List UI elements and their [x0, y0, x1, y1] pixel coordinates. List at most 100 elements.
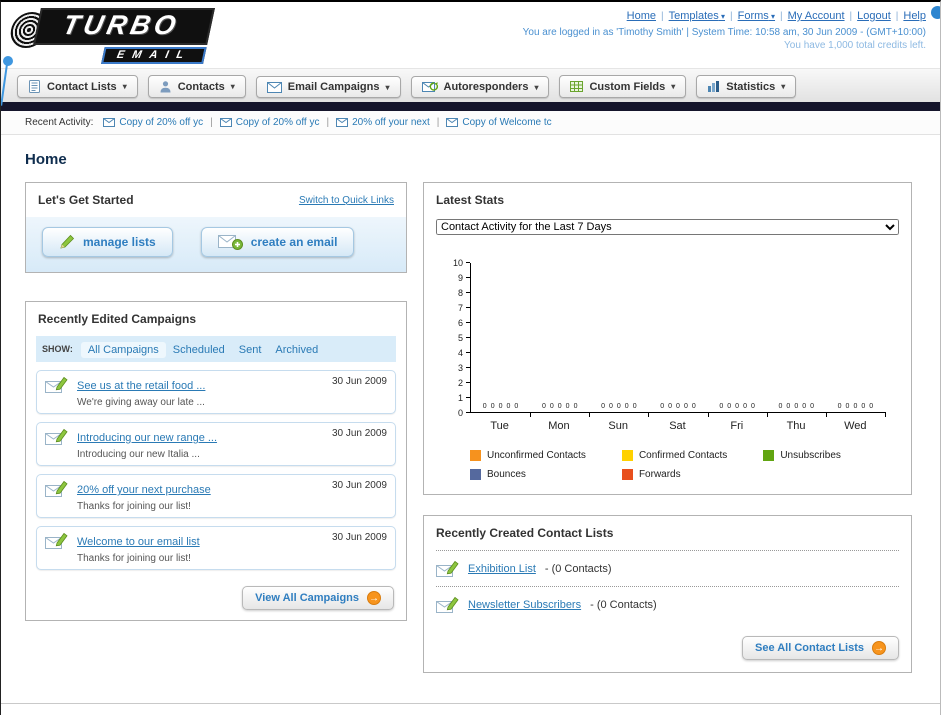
contact-list-item[interactable]: Exhibition List - (0 Contacts): [424, 551, 911, 586]
value-label: 0: [601, 403, 605, 410]
stats-range-select[interactable]: Contact Activity for the Last 7 Days: [436, 219, 899, 235]
x-tick-label: Fri: [730, 420, 744, 432]
filter-all-campaigns[interactable]: All Campaigns: [80, 342, 166, 358]
campaign-title-link[interactable]: Introducing our new range ...: [77, 432, 217, 444]
manage-lists-button[interactable]: manage lists: [42, 227, 173, 257]
recent-activity-item[interactable]: Copy of 20% off yc: [103, 117, 203, 128]
get-started-header: Let's Get Started Switch to Quick Links: [26, 183, 406, 217]
email-campaigns-icon: [266, 81, 282, 93]
pencil-icon: [59, 234, 75, 250]
value-label: 0: [750, 403, 755, 410]
chevron-down-icon: ▾: [781, 82, 786, 91]
recent-activity-item[interactable]: 20% off your next: [336, 117, 430, 128]
value-labels: 00000: [471, 403, 530, 410]
envelope-icon: [336, 118, 349, 127]
chart-column: 00000: [767, 263, 827, 417]
contact-list-name-link[interactable]: Newsletter Subscribers: [468, 599, 581, 611]
value-label: 0: [837, 403, 842, 410]
campaign-date: 30 Jun 2009: [331, 376, 387, 387]
value-label: 0: [541, 403, 546, 410]
y-axis-tick: [466, 277, 470, 278]
arrow-circle-icon: →: [872, 641, 886, 655]
latest-stats-header: Latest Stats: [424, 183, 911, 217]
create-email-label: create an email: [250, 235, 338, 249]
contact-lists-footer: See All Contact Lists →: [424, 622, 911, 672]
nav-link-help[interactable]: Help: [903, 10, 926, 22]
chevron-down-icon: ▾: [768, 12, 776, 21]
contact-list-detail: - (0 Contacts): [590, 598, 657, 611]
value-label: 0: [506, 403, 511, 410]
campaign-title-link[interactable]: See us at the retail food ...: [77, 380, 205, 392]
tab-autoresponders[interactable]: Autoresponders ▾: [410, 76, 550, 98]
view-all-campaigns-button[interactable]: View All Campaigns →: [242, 586, 394, 610]
y-axis-tick: [466, 382, 470, 383]
campaign-title-link[interactable]: 20% off your next purchase: [77, 484, 211, 496]
nav-separator: |: [661, 11, 664, 22]
value-label: 0: [869, 403, 874, 410]
tab-contact-lists[interactable]: Contact Lists ▾: [17, 75, 138, 98]
y-axis-label: 2: [457, 378, 463, 388]
campaign-item[interactable]: Welcome to our email list Thanks for join…: [36, 526, 396, 570]
campaign-title-link[interactable]: Welcome to our email list: [77, 536, 200, 548]
campaigns-header: Recently Edited Campaigns: [26, 302, 406, 336]
recent-activity-item-label: 20% off your next: [352, 117, 430, 128]
app-logo: TURBO EMAIL: [7, 8, 285, 68]
nav-link-my-account[interactable]: My Account: [788, 10, 845, 22]
switch-quick-links-link[interactable]: Switch to Quick Links: [299, 195, 394, 206]
tab-email-campaigns[interactable]: Email Campaigns ▾: [255, 76, 401, 98]
nav-link-forms[interactable]: Forms ▾: [738, 10, 775, 22]
contact-list-name-link[interactable]: Exhibition List: [468, 563, 536, 575]
campaign-item[interactable]: 20% off your next purchase Thanks for joi…: [36, 474, 396, 518]
envelope-pencil-icon: [45, 480, 68, 497]
tab-statistics[interactable]: Statistics ▾: [696, 75, 797, 98]
x-tick-label: Sat: [669, 420, 686, 432]
y-axis-tick: [466, 322, 470, 323]
recent-activity-item[interactable]: Copy of Welcome tc: [446, 117, 552, 128]
nav-separator: |: [895, 11, 899, 22]
chevron-down-icon: ▾: [122, 82, 127, 91]
chart-x-labels: Tue Mon Sun Sat Fri Thu Wed: [470, 413, 885, 432]
footer-divider: [1, 703, 940, 715]
see-all-contact-lists-button[interactable]: See All Contact Lists →: [741, 636, 899, 660]
recent-activity-item[interactable]: Copy of 20% off yc: [219, 117, 320, 128]
filter-archived[interactable]: Archived: [268, 342, 325, 358]
campaign-item[interactable]: See us at the retail food ... We're givin…: [36, 370, 396, 414]
autoresponders-icon: [421, 81, 438, 93]
value-label: 0: [853, 403, 858, 410]
x-axis-tick: [825, 412, 827, 417]
arrow-circle-icon: →: [367, 591, 381, 605]
value-label: 0: [810, 403, 815, 410]
campaign-filterbar: SHOW: All Campaigns Scheduled Sent Archived: [36, 336, 396, 362]
envelope-icon: [219, 118, 232, 127]
chart-legend: Unconfirmed Contacts Confirmed Contacts Un…: [470, 450, 899, 480]
create-email-button[interactable]: create an email: [200, 227, 355, 257]
value-label: 0: [683, 403, 688, 410]
filter-sent[interactable]: Sent: [232, 342, 269, 358]
nav-link-home[interactable]: Home: [627, 10, 656, 22]
logo-title: TURBO: [33, 8, 216, 45]
top-nav: Home | Templates ▾ | Forms ▾ | My Account | Logo…: [523, 10, 926, 22]
value-label: 0: [727, 403, 732, 410]
tab-contacts[interactable]: Contacts ▾: [147, 75, 246, 98]
nav-link-logout[interactable]: Logout: [857, 10, 891, 22]
x-tick-label: Sun: [608, 420, 628, 432]
value-label: 0: [624, 403, 629, 410]
logo-text: TURBO EMAIL: [29, 8, 216, 64]
contact-activity-chart: 10 9 8 7 6 5 4 3 2 1 0 000000000000000000000000000…: [436, 258, 899, 480]
contact-list-item[interactable]: Newsletter Subscribers - (0 Contacts): [424, 587, 911, 622]
legend-swatch: [470, 469, 481, 480]
nav-divider-bar: [1, 102, 940, 111]
nav-link-templates[interactable]: Templates ▾: [669, 10, 725, 22]
filter-scheduled[interactable]: Scheduled: [166, 342, 232, 358]
nav-separator: |: [730, 11, 733, 22]
header-right: Home | Templates ▾ | Forms ▾ | My Account | Logo…: [523, 6, 926, 68]
value-labels: 00000: [708, 403, 767, 410]
legend-label: Forwards: [638, 469, 681, 480]
value-label: 0: [676, 403, 680, 410]
y-axis-tick: [466, 337, 470, 338]
y-axis-label: 0: [457, 408, 463, 418]
tab-custom-fields[interactable]: Custom Fields ▾: [559, 75, 687, 98]
recent-activity-item-label: Copy of 20% off yc: [235, 117, 320, 128]
campaign-item[interactable]: Introducing our new range ... Introducing…: [36, 422, 396, 466]
login-info: You are logged in as 'Timothy Smith' | S…: [522, 27, 926, 38]
